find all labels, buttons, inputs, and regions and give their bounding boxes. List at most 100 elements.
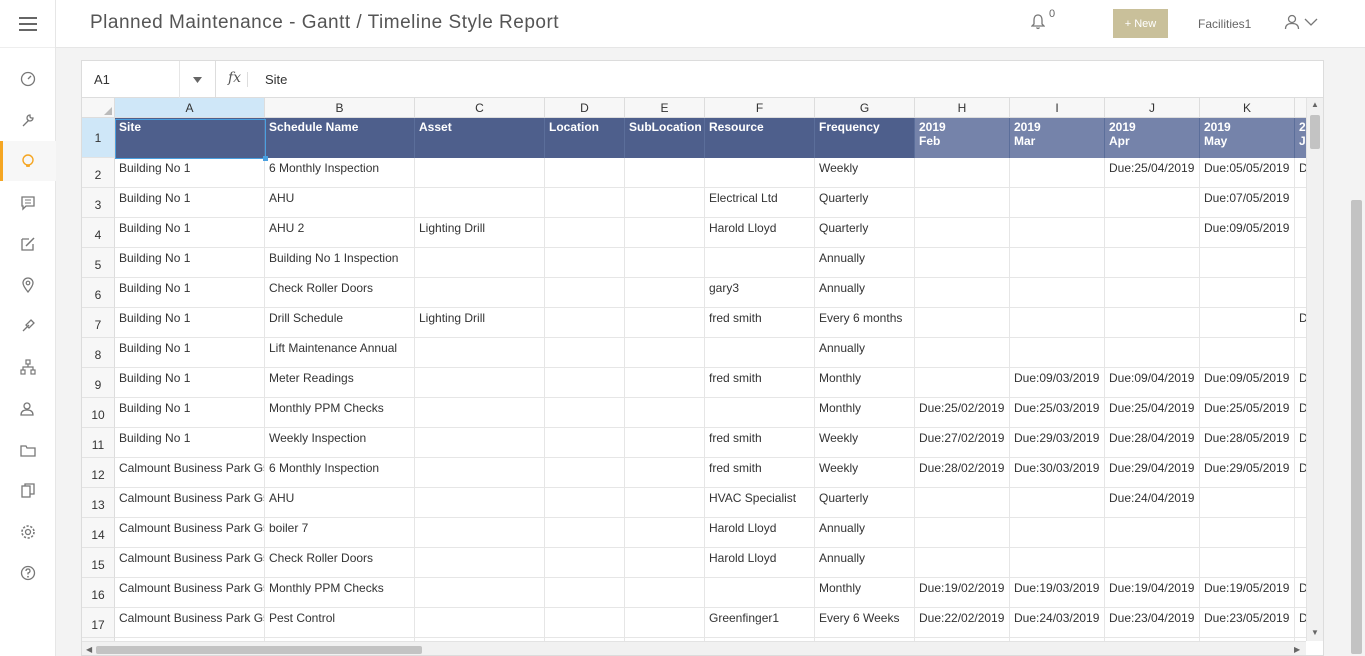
menu-toggle[interactable] bbox=[0, 0, 55, 48]
column-header[interactable]: H bbox=[915, 98, 1010, 118]
table-cell[interactable]: Due:09/06/2019 bbox=[1295, 368, 1306, 398]
table-cell[interactable] bbox=[1105, 188, 1200, 218]
table-cell[interactable] bbox=[1010, 158, 1105, 188]
table-cell[interactable]: Meter Readings bbox=[265, 368, 415, 398]
table-cell[interactable]: Pest Control bbox=[265, 608, 415, 638]
table-cell[interactable] bbox=[915, 518, 1010, 548]
table-cell[interactable] bbox=[625, 248, 705, 278]
table-cell[interactable]: Due:28/04/2019 bbox=[1105, 428, 1200, 458]
table-cell[interactable]: Monthly bbox=[815, 578, 915, 608]
table-cell[interactable] bbox=[1010, 518, 1105, 548]
table-cell[interactable] bbox=[625, 518, 705, 548]
table-cell[interactable] bbox=[1200, 248, 1295, 278]
scroll-right-icon[interactable]: ▶ bbox=[1294, 645, 1300, 654]
table-cell[interactable]: Due:04/06/2019 bbox=[1295, 158, 1306, 188]
table-cell[interactable]: Due:30/03/2019 bbox=[1010, 458, 1105, 488]
row-header[interactable]: 11 bbox=[82, 428, 115, 458]
vertical-scroll-thumb[interactable] bbox=[1310, 115, 1320, 149]
table-cell[interactable]: Annually bbox=[815, 548, 915, 578]
column-header[interactable]: I bbox=[1010, 98, 1105, 118]
header-cell[interactable]: Asset bbox=[415, 118, 545, 158]
table-cell[interactable]: Monthly PPM Checks bbox=[265, 398, 415, 428]
row-header[interactable]: 5 bbox=[82, 248, 115, 278]
scroll-left-icon[interactable]: ◀ bbox=[86, 645, 92, 654]
table-cell[interactable]: Due:27/06/2019 bbox=[1295, 428, 1306, 458]
table-cell[interactable] bbox=[1200, 308, 1295, 338]
table-cell[interactable]: Due:28/06/2019 bbox=[1295, 458, 1306, 488]
table-cell[interactable] bbox=[1010, 248, 1105, 278]
table-cell[interactable]: Building No 1 bbox=[115, 278, 265, 308]
table-cell[interactable] bbox=[1105, 248, 1200, 278]
table-cell[interactable]: Lighting Drill bbox=[415, 308, 545, 338]
row-header[interactable]: 1 bbox=[82, 118, 115, 158]
column-header[interactable]: D bbox=[545, 98, 625, 118]
table-cell[interactable] bbox=[1200, 278, 1295, 308]
header-cell[interactable]: 2019 Mar bbox=[1010, 118, 1105, 158]
row-header[interactable]: 6 bbox=[82, 278, 115, 308]
table-cell[interactable] bbox=[415, 608, 545, 638]
table-cell[interactable]: Every 6 months bbox=[815, 308, 915, 338]
table-cell[interactable] bbox=[1295, 248, 1306, 278]
table-cell[interactable] bbox=[545, 518, 625, 548]
table-cell[interactable]: Due:22/06/2019 bbox=[1295, 608, 1306, 638]
table-cell[interactable]: fred smith bbox=[705, 458, 815, 488]
table-cell[interactable] bbox=[415, 158, 545, 188]
sidebar-item-folder[interactable] bbox=[0, 430, 56, 470]
row-header[interactable]: 17 bbox=[82, 608, 115, 638]
table-cell[interactable]: Due:25/06/2019 bbox=[1295, 398, 1306, 428]
table-cell[interactable]: Due:25/04/2019 bbox=[1105, 158, 1200, 188]
table-cell[interactable] bbox=[625, 428, 705, 458]
row-header[interactable]: 4 bbox=[82, 218, 115, 248]
column-header[interactable]: A bbox=[115, 98, 265, 118]
table-cell[interactable]: Due:19/04/2019 bbox=[1105, 578, 1200, 608]
table-cell[interactable]: Electrical Ltd bbox=[705, 188, 815, 218]
header-cell[interactable]: Schedule Name bbox=[265, 118, 415, 158]
table-cell[interactable] bbox=[705, 158, 815, 188]
sidebar-item-dashboard[interactable] bbox=[0, 59, 56, 99]
scroll-up-icon[interactable]: ▲ bbox=[1311, 100, 1319, 109]
table-cell[interactable] bbox=[545, 338, 625, 368]
table-cell[interactable]: 6 Monthly Inspection bbox=[265, 458, 415, 488]
header-cell[interactable]: Site bbox=[115, 118, 265, 158]
table-cell[interactable] bbox=[625, 278, 705, 308]
header-cell[interactable]: Frequency bbox=[815, 118, 915, 158]
table-cell[interactable] bbox=[415, 458, 545, 488]
table-cell[interactable] bbox=[1105, 308, 1200, 338]
table-cell[interactable] bbox=[1105, 548, 1200, 578]
table-cell[interactable]: Due:25/02/2019 bbox=[915, 398, 1010, 428]
table-cell[interactable] bbox=[915, 338, 1010, 368]
table-cell[interactable]: Building No 1 bbox=[115, 398, 265, 428]
row-header[interactable]: 3 bbox=[82, 188, 115, 218]
table-cell[interactable]: Due:24/04/2019 bbox=[1105, 488, 1200, 518]
table-cell[interactable]: Due:19/03/2019 bbox=[1010, 578, 1105, 608]
row-header[interactable]: 16 bbox=[82, 578, 115, 608]
sidebar-item-wrench[interactable] bbox=[0, 100, 56, 140]
table-cell[interactable] bbox=[545, 248, 625, 278]
column-header[interactable]: F bbox=[705, 98, 815, 118]
table-cell[interactable] bbox=[625, 458, 705, 488]
column-header[interactable]: B bbox=[265, 98, 415, 118]
table-cell[interactable]: Due:23/05/2019 bbox=[1200, 608, 1295, 638]
header-cell[interactable]: 2019Jun bbox=[1295, 118, 1306, 158]
table-cell[interactable]: Building No 1 bbox=[115, 188, 265, 218]
table-cell[interactable]: HVAC Specialist bbox=[705, 488, 815, 518]
table-cell[interactable] bbox=[415, 578, 545, 608]
sheet-grid[interactable]: A B C D E F G H I J K 1 Site Schedule Name Asset Locati… bbox=[82, 98, 1306, 641]
table-cell[interactable]: Due:29/03/2019 bbox=[1010, 428, 1105, 458]
table-cell[interactable] bbox=[1200, 548, 1295, 578]
table-cell[interactable] bbox=[1010, 278, 1105, 308]
column-header[interactable]: E bbox=[625, 98, 705, 118]
table-cell[interactable]: Due:19/02/2019 bbox=[915, 578, 1010, 608]
table-cell[interactable] bbox=[1010, 548, 1105, 578]
table-cell[interactable] bbox=[1010, 188, 1105, 218]
page-scrollbar[interactable] bbox=[1349, 48, 1365, 656]
table-cell[interactable] bbox=[545, 398, 625, 428]
table-cell[interactable] bbox=[415, 428, 545, 458]
table-cell[interactable] bbox=[415, 518, 545, 548]
table-cell[interactable] bbox=[1105, 278, 1200, 308]
table-cell[interactable] bbox=[545, 548, 625, 578]
table-cell[interactable]: Due:09/05/2019 bbox=[1200, 368, 1295, 398]
table-cell[interactable] bbox=[1010, 308, 1105, 338]
table-cell[interactable]: boiler 7 bbox=[265, 518, 415, 548]
table-cell[interactable] bbox=[415, 338, 545, 368]
